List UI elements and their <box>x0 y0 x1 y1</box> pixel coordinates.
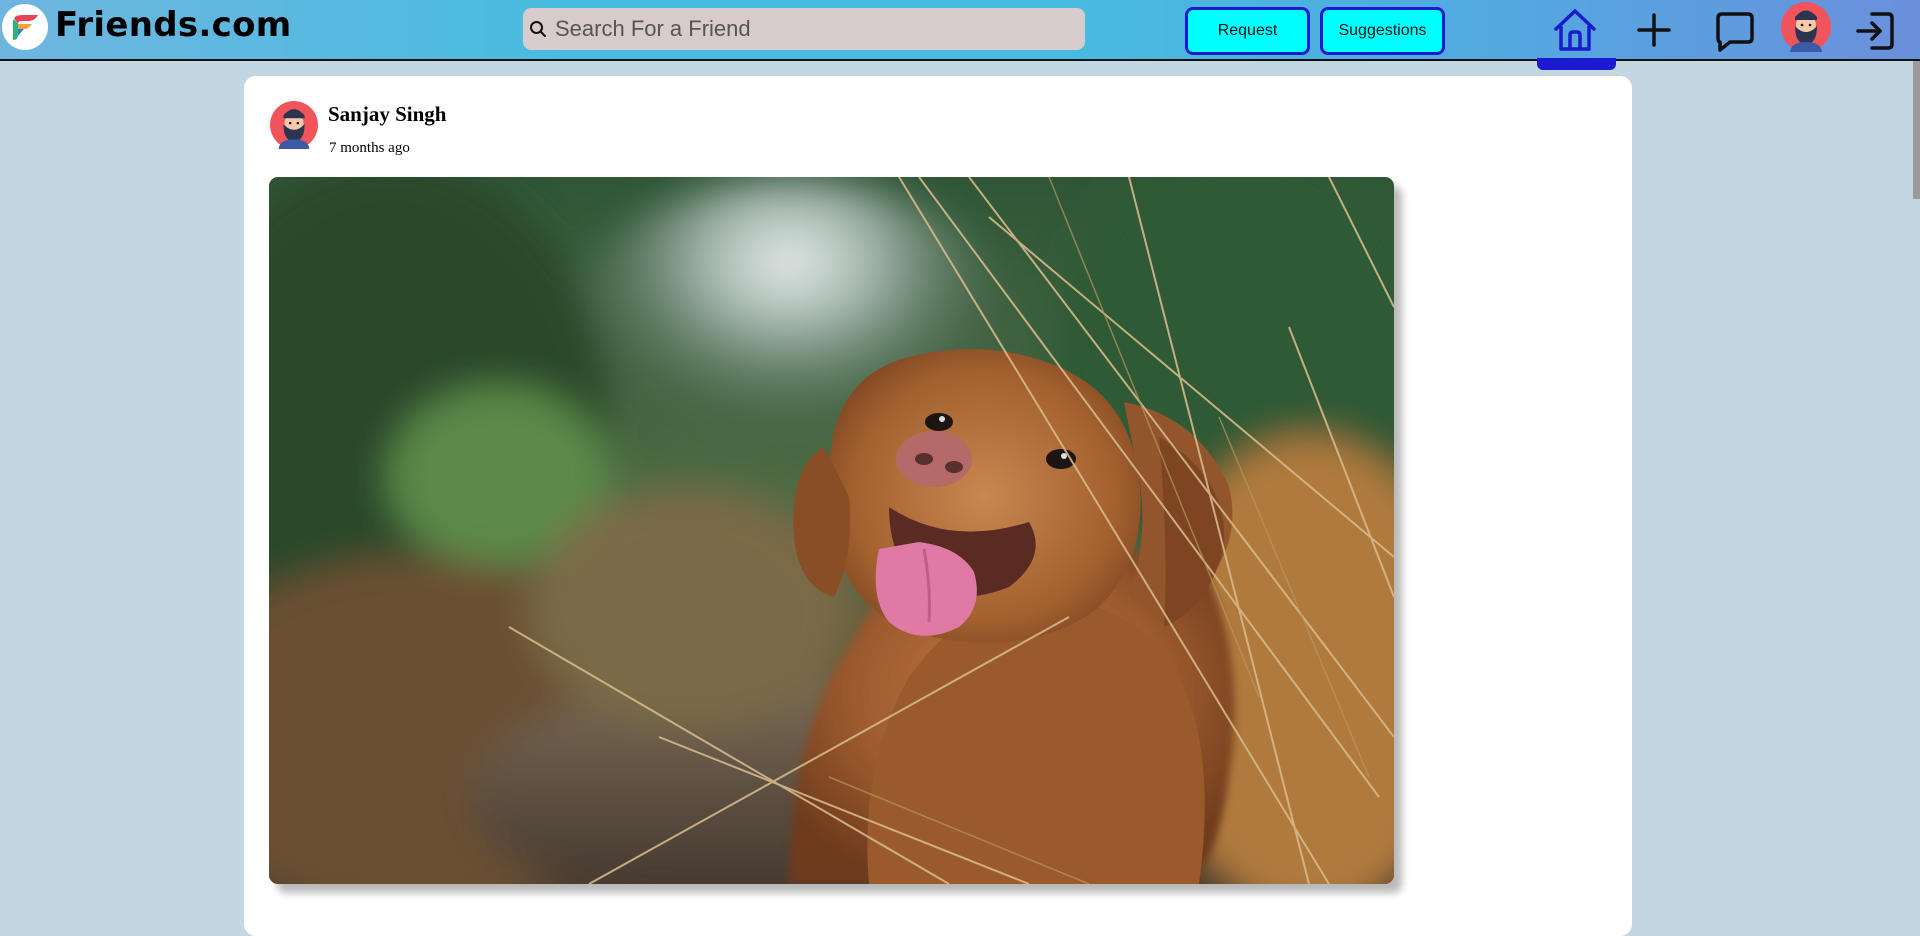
page-scrollbar[interactable] <box>1913 61 1920 911</box>
home-icon[interactable] <box>1552 6 1598 54</box>
post-image[interactable] <box>269 177 1394 884</box>
post-author-name[interactable]: Sanjay Singh <box>328 102 446 127</box>
post-card: Sanjay Singh 7 months ago <box>244 76 1632 936</box>
search-bar[interactable] <box>523 8 1085 50</box>
search-icon <box>527 18 549 40</box>
avatar[interactable] <box>1781 2 1831 52</box>
search-input[interactable] <box>555 16 1055 42</box>
post-timestamp: 7 months ago <box>329 140 410 156</box>
request-button[interactable]: Request <box>1185 7 1310 55</box>
suggestions-button[interactable]: Suggestions <box>1320 7 1445 55</box>
scrollbar-thumb[interactable] <box>1913 61 1920 199</box>
logo[interactable]: Friends.com <box>2 4 291 50</box>
logo-badge-icon <box>2 4 48 50</box>
top-navbar: Friends.com Request Suggestions <box>0 0 1920 70</box>
post-author-avatar[interactable] <box>270 101 318 149</box>
dog-photo <box>269 177 1394 884</box>
active-nav-indicator <box>1537 58 1616 70</box>
chat-icon[interactable] <box>1712 8 1758 54</box>
logout-icon[interactable] <box>1852 8 1898 54</box>
plus-icon[interactable] <box>1632 8 1676 52</box>
brand-name: Friends.com <box>55 5 292 45</box>
